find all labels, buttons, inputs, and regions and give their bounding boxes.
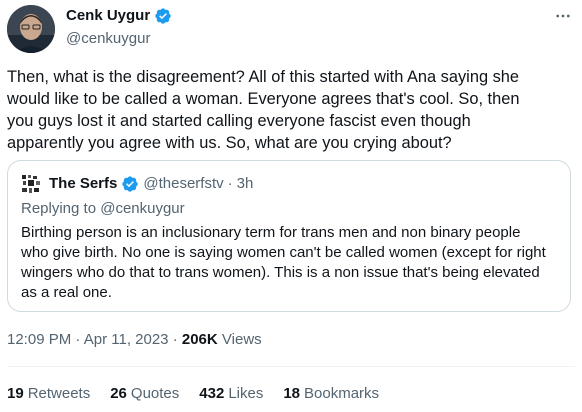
stat-label: Quotes: [130, 385, 180, 402]
stat-quotes[interactable]: 26 Quotes: [110, 384, 179, 404]
author-name[interactable]: Cenk Uygur: [66, 6, 172, 26]
engagement-stats: 19 Retweets 26 Quotes 432 Likes 18 Bookmarks: [7, 384, 399, 404]
views-label: Views: [221, 331, 262, 348]
author-name-text[interactable]: Cenk Uygur: [66, 6, 150, 26]
views-count: 206K: [181, 331, 218, 348]
tweet-date[interactable]: Apr 11, 2023: [84, 331, 169, 348]
tweet-text-line: Then, what is the disagreement? All of t…: [7, 68, 520, 86]
tweet-time[interactable]: 12:09 PM: [7, 331, 71, 348]
meta-separator: ·: [75, 331, 84, 348]
stat-retweets[interactable]: 19 Retweets: [7, 384, 90, 404]
quoted-replying-to: Replying to @cenkuygur: [21, 200, 185, 217]
stat-count: 26: [110, 385, 127, 402]
stat-label: Retweets: [27, 385, 91, 402]
stat-label: Bookmarks: [304, 385, 380, 402]
tweet-text: Then, what is the disagreement? All of t…: [7, 66, 577, 154]
meta-separator: ·: [172, 331, 182, 348]
stat-count: 18: [283, 385, 301, 402]
stat-label: Likes: [228, 385, 264, 402]
quoted-timestamp[interactable]: 3h: [237, 174, 254, 194]
quoted-text-line: wingers who do that to trans women). Thi…: [21, 264, 540, 281]
more-horizontal-icon[interactable]: [552, 6, 574, 26]
quoted-text-line: Birthing person is an inclusionary term …: [21, 224, 521, 241]
author-avatar[interactable]: [7, 5, 55, 53]
quoted-tweet-header: The Serfs @theserfstv · 3h: [21, 174, 253, 194]
tweet-text-line: you guys lost it and started calling eve…: [7, 112, 471, 130]
stat-bookmarks[interactable]: 18 Bookmarks: [283, 384, 379, 404]
quoted-text-line: as a real one.: [21, 284, 112, 301]
verified-badge-icon: [154, 7, 172, 25]
quoted-separator: ·: [227, 175, 233, 192]
tweet-text-line: apparently you agree with us. So, what a…: [7, 134, 452, 152]
tweet-text-line: would like to be called a woman. Everyon…: [7, 90, 520, 108]
tweet-meta: 12:09 PM · Apr 11, 2023 · 206K Views: [7, 330, 262, 350]
divider: [7, 366, 575, 367]
verified-badge-icon: [121, 175, 139, 193]
quoted-author-avatar: [21, 174, 41, 194]
quoted-tweet-text: Birthing person is an inclusionary term …: [21, 223, 566, 303]
quoted-text-line: who give birth. No one is saying women c…: [21, 244, 546, 261]
stat-count: 432: [199, 385, 225, 402]
quoted-author-handle[interactable]: @theserfstv: [143, 174, 223, 194]
quoted-author-name[interactable]: The Serfs: [49, 174, 117, 194]
stat-likes[interactable]: 432 Likes: [199, 384, 263, 404]
author-handle[interactable]: @cenkuygur: [66, 29, 150, 49]
quoted-tweet-card[interactable]: The Serfs @theserfstv · 3h Replying to @…: [7, 160, 571, 312]
stat-count: 19: [7, 385, 24, 402]
